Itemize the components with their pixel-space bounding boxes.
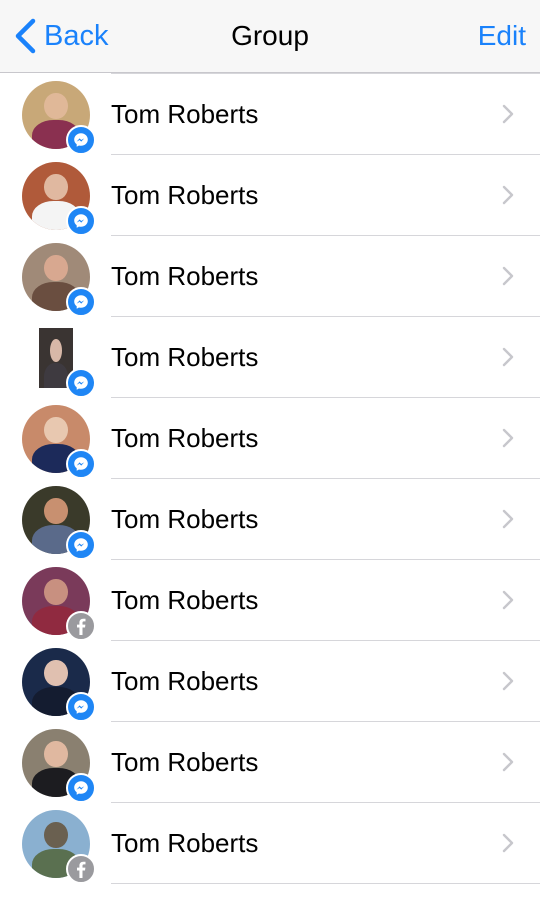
- chevron-right-icon: [502, 104, 514, 124]
- contact-row[interactable]: Tom Roberts: [0, 155, 540, 236]
- messenger-icon: [74, 457, 88, 471]
- chevron-right-icon: [502, 185, 514, 205]
- back-button[interactable]: Back: [14, 16, 108, 56]
- contact-row[interactable]: Tom Roberts: [0, 560, 540, 641]
- contact-row[interactable]: Tom Roberts: [0, 641, 540, 722]
- chevron-right-icon: [502, 833, 514, 853]
- messenger-badge: [66, 125, 96, 155]
- edit-button[interactable]: Edit: [478, 16, 526, 56]
- avatar: [22, 324, 96, 398]
- facebook-badge: [66, 854, 96, 884]
- messenger-badge: [66, 692, 96, 722]
- navigation-bar: Back Group Edit: [0, 0, 540, 73]
- messenger-badge: [66, 530, 96, 560]
- contact-row[interactable]: Tom Roberts: [0, 398, 540, 479]
- messenger-badge: [66, 287, 96, 317]
- contact-list: Tom Roberts Tom Roberts Tom Roberts Tom Rob…: [0, 0, 540, 884]
- messenger-icon: [74, 214, 88, 228]
- chevron-left-icon: [15, 18, 36, 54]
- contact-name: Tom Roberts: [111, 261, 259, 291]
- contact-row[interactable]: Tom Roberts: [0, 317, 540, 398]
- contact-row[interactable]: Tom Roberts: [0, 236, 540, 317]
- avatar: [22, 648, 96, 722]
- facebook-icon: [77, 618, 86, 635]
- chevron-right-icon: [502, 266, 514, 286]
- contact-name: Tom Roberts: [111, 585, 259, 615]
- row-separator: [111, 883, 540, 884]
- chevron-right-icon: [502, 590, 514, 610]
- facebook-badge: [66, 611, 96, 641]
- messenger-icon: [74, 376, 88, 390]
- contact-name: Tom Roberts: [111, 99, 259, 129]
- contact-name: Tom Roberts: [111, 504, 259, 534]
- messenger-badge: [66, 206, 96, 236]
- back-button-label: Back: [44, 19, 109, 52]
- chevron-right-icon: [502, 752, 514, 772]
- contact-name: Tom Roberts: [111, 747, 259, 777]
- avatar: [22, 567, 96, 641]
- contact-name: Tom Roberts: [111, 423, 259, 453]
- contact-row[interactable]: Tom Roberts: [0, 722, 540, 803]
- contact-row[interactable]: Tom Roberts: [0, 803, 540, 884]
- messenger-icon: [74, 700, 88, 714]
- contact-name: Tom Roberts: [111, 828, 259, 858]
- messenger-icon: [74, 538, 88, 552]
- facebook-icon: [77, 861, 86, 878]
- messenger-icon: [74, 781, 88, 795]
- contact-row[interactable]: Tom Roberts: [0, 74, 540, 155]
- chevron-right-icon: [502, 671, 514, 691]
- avatar: [22, 162, 96, 236]
- contact-name: Tom Roberts: [111, 342, 259, 372]
- messenger-badge: [66, 773, 96, 803]
- messenger-badge: [66, 449, 96, 479]
- avatar: [22, 729, 96, 803]
- avatar: [22, 486, 96, 560]
- avatar: [22, 405, 96, 479]
- contact-row[interactable]: Tom Roberts: [0, 479, 540, 560]
- messenger-icon: [74, 295, 88, 309]
- contact-name: Tom Roberts: [111, 180, 259, 210]
- avatar: [22, 243, 96, 317]
- messenger-icon: [74, 133, 88, 147]
- avatar: [22, 81, 96, 155]
- messenger-badge: [66, 368, 96, 398]
- chevron-right-icon: [502, 428, 514, 448]
- contact-name: Tom Roberts: [111, 666, 259, 696]
- avatar: [22, 810, 96, 884]
- chevron-right-icon: [502, 347, 514, 367]
- chevron-right-icon: [502, 509, 514, 529]
